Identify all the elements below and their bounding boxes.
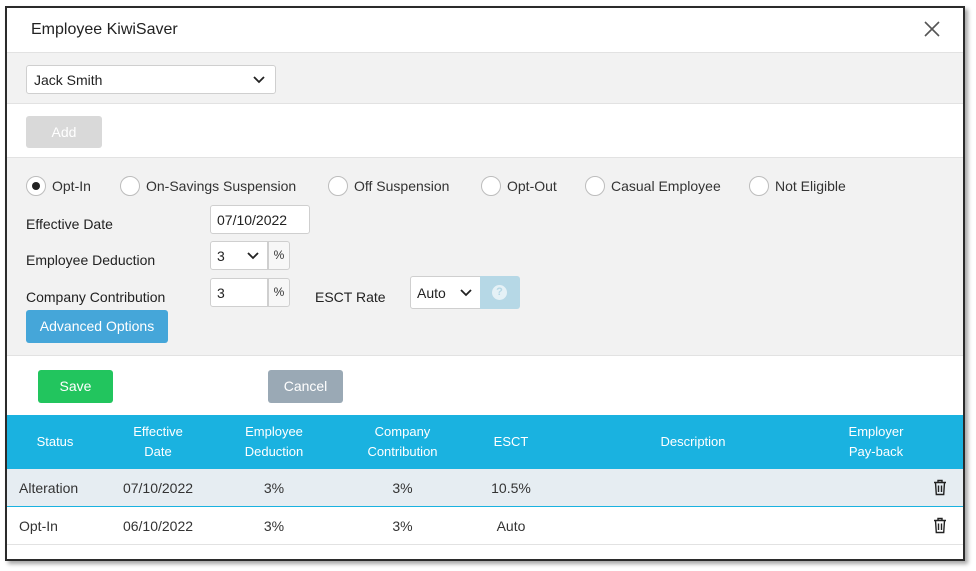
cell-employer-payback — [834, 507, 918, 545]
radio-circle[interactable] — [26, 176, 46, 196]
radio-label: Not Eligible — [775, 178, 846, 194]
radio-label: Casual Employee — [611, 178, 721, 194]
col-company-contribution: Company Contribution — [335, 415, 470, 469]
chevron-down-icon — [460, 289, 472, 297]
cell-status: Opt-In — [19, 518, 58, 534]
dialog-header: Employee KiwiSaver — [7, 8, 963, 52]
cell-company-contribution: 3% — [392, 518, 413, 534]
employee-select-value: Jack Smith — [34, 72, 103, 88]
radio-circle[interactable] — [749, 176, 769, 196]
effective-date-input[interactable]: 07/10/2022 — [210, 205, 310, 234]
radio-circle[interactable] — [328, 176, 348, 196]
radio-circle[interactable] — [585, 176, 605, 196]
col-effective-date-line1: Effective — [133, 424, 183, 439]
percent-addon: % — [268, 241, 290, 270]
employee-deduction-select[interactable]: 3 — [210, 241, 268, 270]
table-row[interactable]: Opt-In 06/10/2022 3% 3% Auto — [7, 507, 963, 545]
employee-bar: Jack Smith — [7, 52, 963, 103]
question-circle-icon: ? — [492, 285, 507, 300]
col-company-contribution-line2: Contribution — [367, 444, 438, 459]
radio-label: Opt-In — [52, 178, 91, 194]
cell-status: Alteration — [19, 480, 79, 496]
radio-circle[interactable] — [120, 176, 140, 196]
close-icon[interactable] — [923, 20, 941, 38]
radio-circle[interactable] — [481, 176, 501, 196]
col-employee-deduction-line1: Employee — [245, 424, 303, 439]
cell-effective-date: 06/10/2022 — [122, 518, 194, 534]
col-employee-deduction-line2: Deduction — [244, 444, 304, 459]
cell-esct: Auto — [496, 518, 526, 534]
action-bar: Save Cancel — [7, 355, 963, 415]
kiwisaver-dialog: Employee KiwiSaver Jack Smith Add Opt-In… — [5, 6, 965, 561]
cell-employer-payback — [834, 469, 918, 507]
employee-select[interactable]: Jack Smith — [26, 65, 276, 94]
cell-company-contribution: 3% — [392, 480, 413, 496]
col-employer-payback-line1: Employer — [848, 424, 904, 439]
advanced-options-button[interactable]: Advanced Options — [26, 310, 168, 343]
effective-date-label: Effective Date — [26, 216, 113, 232]
employee-deduction-label: Employee Deduction — [26, 252, 156, 268]
cell-effective-date: 07/10/2022 — [122, 480, 194, 496]
col-esct: ESCT — [470, 415, 552, 469]
cell-employee-deduction: 3% — [263, 480, 285, 496]
cell-esct: 10.5% — [491, 480, 531, 496]
company-contribution-label: Company Contribution — [26, 289, 166, 305]
col-description: Description — [552, 415, 834, 469]
cell-description — [552, 469, 834, 507]
radio-label: On-Savings Suspension — [146, 178, 297, 194]
save-button[interactable]: Save — [38, 370, 113, 403]
col-employer-payback-line2: Pay-back — [848, 444, 904, 459]
add-bar: Add — [7, 103, 963, 157]
table-row[interactable]: Alteration 07/10/2022 3% 3% 10.5% — [7, 469, 963, 507]
esct-rate-value: Auto — [417, 285, 446, 301]
employee-deduction-value: 3 — [217, 248, 225, 264]
trash-icon[interactable] — [933, 479, 947, 496]
col-description-label: Description — [660, 434, 726, 449]
table-header: Status Effective Date Employee Deduction… — [7, 415, 963, 469]
add-button[interactable]: Add — [26, 116, 102, 148]
percent-addon: % — [268, 278, 290, 307]
kiwisaver-history-table: Status Effective Date Employee Deduction… — [7, 415, 963, 545]
kiwisaver-form: Opt-In On-Savings Suspension Off Suspens… — [7, 157, 963, 355]
col-employee-deduction: Employee Deduction — [213, 415, 335, 469]
col-effective-date-line2: Date — [144, 444, 172, 459]
col-company-contribution-line1: Company — [374, 424, 431, 439]
trash-icon[interactable] — [933, 517, 947, 534]
col-esct-label: ESCT — [493, 434, 529, 449]
effective-date-value: 07/10/2022 — [217, 212, 288, 228]
radio-label: Opt-Out — [507, 178, 557, 194]
radio-selected-dot — [32, 182, 40, 190]
esct-rate-label: ESCT Rate — [315, 289, 386, 305]
esct-rate-select[interactable]: Auto — [410, 276, 481, 309]
col-employer-payback: Employer Pay-back — [834, 415, 918, 469]
company-contribution-input[interactable]: 3 — [210, 278, 268, 307]
company-contribution-value: 3 — [217, 285, 225, 301]
dialog-title: Employee KiwiSaver — [31, 21, 178, 38]
cell-description — [552, 507, 834, 545]
chevron-down-icon — [247, 252, 259, 260]
chevron-down-icon — [253, 76, 265, 84]
cancel-button[interactable]: Cancel — [268, 370, 343, 403]
col-effective-date: Effective Date — [103, 415, 213, 469]
col-status: Status — [7, 415, 103, 469]
cell-employee-deduction: 3% — [263, 518, 285, 534]
esct-help-button[interactable]: ? — [480, 276, 520, 309]
col-status-label: Status — [36, 434, 74, 449]
radio-label: Off Suspension — [354, 178, 450, 194]
